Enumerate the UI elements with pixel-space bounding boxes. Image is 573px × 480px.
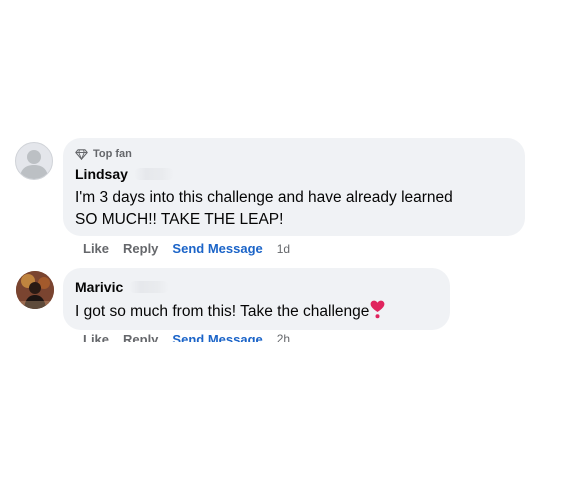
commenter-name[interactable]: Lindsay bbox=[75, 166, 128, 182]
reply-button[interactable]: Reply bbox=[123, 334, 158, 342]
redacted-surname bbox=[129, 281, 170, 293]
comment-actions: Like Reply Send Message 2h bbox=[83, 334, 290, 342]
send-message-button[interactable]: Send Message bbox=[172, 334, 262, 342]
heart-exclamation-icon bbox=[370, 300, 385, 326]
avatar[interactable] bbox=[16, 271, 54, 309]
top-fan-label: Top fan bbox=[93, 148, 132, 160]
comment-text: I got so much from this! Take the challe… bbox=[75, 300, 438, 326]
comment-actions: Like Reply Send Message 1d bbox=[83, 241, 290, 256]
person-silhouette-icon bbox=[20, 150, 48, 179]
comment-text: I'm 3 days into this challenge and have … bbox=[75, 189, 453, 228]
like-button[interactable]: Like bbox=[83, 334, 109, 342]
commenter-name[interactable]: Marivic bbox=[75, 279, 123, 295]
reply-button[interactable]: Reply bbox=[123, 241, 158, 256]
profile-photo-icon bbox=[16, 271, 54, 309]
timestamp[interactable]: 2h bbox=[277, 334, 290, 342]
comment-text-body: I got so much from this! Take the challe… bbox=[75, 303, 370, 320]
send-message-button[interactable]: Send Message bbox=[172, 241, 262, 256]
default-avatar-icon[interactable] bbox=[15, 142, 53, 180]
top-fan-badge: Top fan bbox=[75, 147, 513, 161]
redacted-surname bbox=[133, 168, 174, 180]
diamond-icon bbox=[75, 148, 88, 160]
timestamp[interactable]: 1d bbox=[277, 242, 290, 256]
comment-bubble: Marivic I got so much from this! Take th… bbox=[63, 268, 450, 330]
comments-section: Top fan Lindsay I'm 3 days into this cha… bbox=[0, 0, 573, 480]
like-button[interactable]: Like bbox=[83, 241, 109, 256]
comment-bubble: Top fan Lindsay I'm 3 days into this cha… bbox=[63, 138, 525, 236]
